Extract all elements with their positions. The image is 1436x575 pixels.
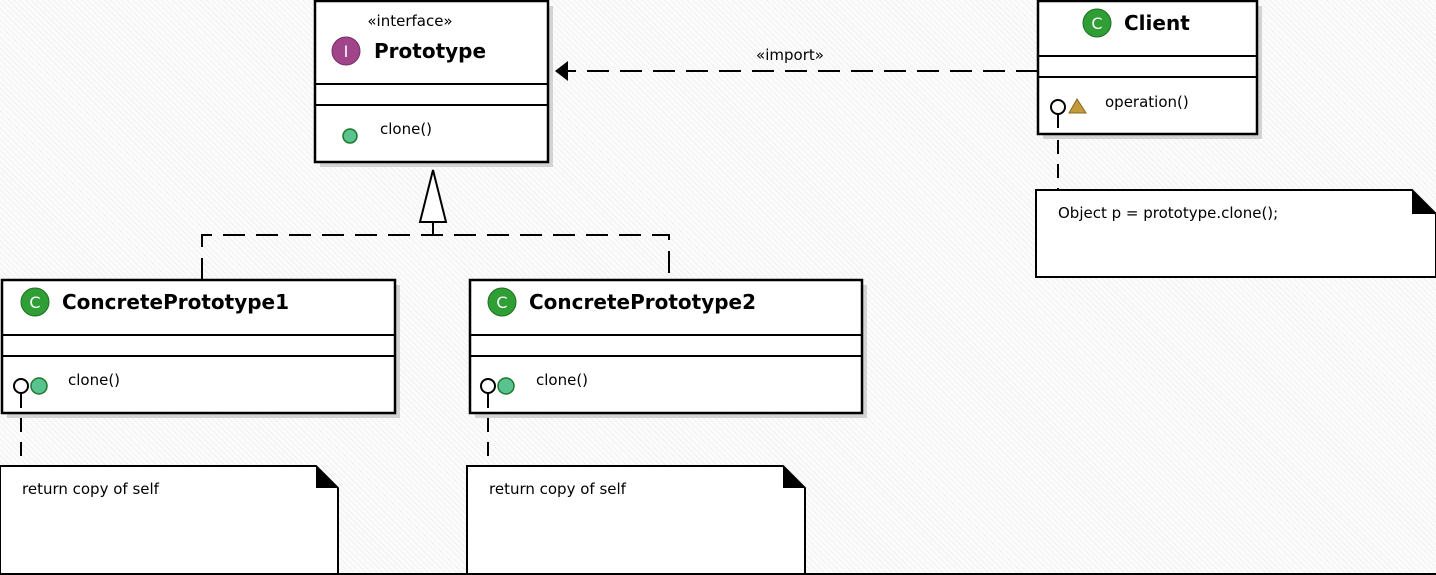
method: operation() (1105, 93, 1189, 111)
realization-triangle-icon (418, 169, 448, 223)
class-badge-letter: C (496, 293, 507, 312)
arrowhead-icon (555, 61, 568, 81)
import-label: «import» (756, 46, 824, 64)
class-badge-letter: C (1091, 14, 1102, 33)
method: clone() (380, 120, 432, 138)
public-method-icon (342, 128, 358, 144)
class-client[interactable]: C Client operation() (1036, 0, 1262, 139)
class-concrete-prototype-1[interactable]: C ConcretePrototype1 clone() (0, 278, 400, 418)
uml-class-diagram: «import» «interface» I Prototype clone()… (0, 0, 1436, 575)
class-badge-letter: C (29, 293, 40, 312)
note-concrete-prototype-1: return copy of self (0, 465, 339, 575)
note-anchor-icon (480, 378, 496, 394)
interface-badge-letter: I (344, 42, 349, 61)
class-name: Prototype (374, 39, 486, 63)
stereotype-label: «interface» (367, 12, 452, 30)
note-client: Object p = prototype.clone(); (1035, 189, 1436, 278)
note-concrete-prototype-2: return copy of self (466, 465, 806, 575)
public-method-icon (30, 377, 48, 395)
import-dependency: «import» (555, 46, 1038, 81)
note-anchor-icon (1050, 99, 1066, 115)
class-name: Client (1124, 11, 1190, 35)
note-text: return copy of self (22, 480, 160, 498)
class-name: ConcretePrototype2 (529, 290, 756, 314)
method: clone() (536, 371, 588, 389)
class-prototype[interactable]: «interface» I Prototype clone() (313, 0, 553, 167)
class-concrete-prototype-2[interactable]: C ConcretePrototype2 clone() (468, 278, 867, 418)
note-text: Object p = prototype.clone(); (1058, 204, 1278, 222)
note-anchor-icon (13, 378, 29, 394)
method: clone() (68, 371, 120, 389)
realization-relation (201, 169, 670, 280)
note-text: return copy of self (489, 480, 627, 498)
public-method-icon (497, 377, 515, 395)
class-name: ConcretePrototype1 (62, 290, 289, 314)
